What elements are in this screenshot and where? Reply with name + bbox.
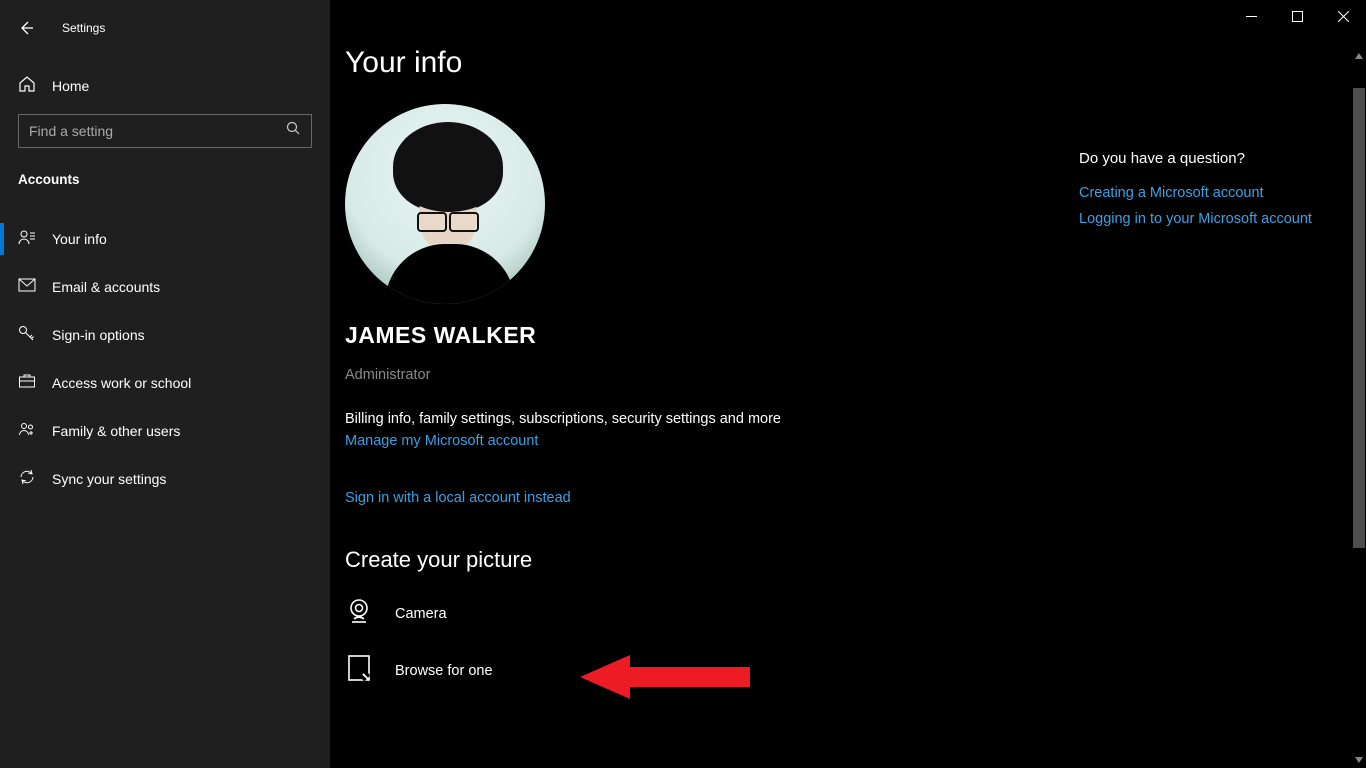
camera-option-label: Camera: [395, 606, 447, 622]
sidebar-item-family-other-users[interactable]: Family & other users: [0, 407, 330, 455]
sidebar-item-label: Sync your settings: [52, 471, 166, 487]
user-name: JAMES WALKER: [345, 322, 1351, 349]
scroll-up-icon[interactable]: [1351, 48, 1366, 64]
close-button[interactable]: [1320, 0, 1366, 32]
manage-account-link[interactable]: Manage my Microsoft account: [345, 433, 538, 449]
search-box[interactable]: [18, 114, 312, 148]
sidebar-item-signin-options[interactable]: Sign-in options: [0, 311, 330, 359]
minimize-button[interactable]: [1228, 0, 1274, 32]
back-button[interactable]: [18, 20, 34, 36]
sidebar-item-label: Sign-in options: [52, 327, 145, 343]
browse-icon: [345, 654, 373, 687]
home-nav[interactable]: Home: [0, 66, 330, 106]
browse-option[interactable]: Browse for one: [345, 654, 1351, 687]
sidebar-nav: Your info Email & accounts Sign-in optio…: [0, 215, 330, 503]
help-panel: Do you have a question? Creating a Micro…: [1079, 150, 1329, 237]
sidebar-item-label: Access work or school: [52, 375, 191, 391]
billing-info-text: Billing info, family settings, subscript…: [345, 411, 1351, 427]
sync-icon: [18, 468, 36, 491]
user-icon: [18, 228, 36, 251]
sidebar-item-email-accounts[interactable]: Email & accounts: [0, 263, 330, 311]
page-title: Your info: [345, 46, 1351, 80]
camera-option[interactable]: Camera: [345, 597, 1351, 630]
search-icon: [286, 121, 301, 141]
sidebar-item-your-info[interactable]: Your info: [0, 215, 330, 263]
create-picture-heading: Create your picture: [345, 547, 1351, 573]
camera-icon: [345, 597, 373, 630]
window-controls: [1228, 0, 1366, 32]
app-title: Settings: [62, 21, 105, 35]
browse-option-label: Browse for one: [395, 663, 493, 679]
help-heading: Do you have a question?: [1079, 150, 1329, 167]
avatar: [345, 104, 545, 304]
help-link-create-account[interactable]: Creating a Microsoft account: [1079, 185, 1329, 201]
sidebar-item-label: Your info: [52, 231, 107, 247]
help-link-login-account[interactable]: Logging in to your Microsoft account: [1079, 211, 1329, 227]
sidebar-item-sync-settings[interactable]: Sync your settings: [0, 455, 330, 503]
sidebar-item-label: Family & other users: [52, 423, 180, 439]
maximize-button[interactable]: [1274, 0, 1320, 32]
scroll-thumb[interactable]: [1353, 88, 1365, 548]
briefcase-icon: [18, 372, 36, 395]
user-role: Administrator: [345, 367, 1351, 383]
scrollbar[interactable]: [1351, 48, 1366, 768]
sidebar-item-access-work-school[interactable]: Access work or school: [0, 359, 330, 407]
sidebar-item-label: Email & accounts: [52, 279, 160, 295]
scroll-down-icon[interactable]: [1351, 752, 1366, 768]
home-label: Home: [52, 78, 89, 94]
search-input[interactable]: [29, 123, 286, 139]
local-account-link[interactable]: Sign in with a local account instead: [345, 490, 571, 506]
sidebar: Settings Home Accounts Your info Email &…: [0, 0, 330, 768]
section-accounts: Accounts: [0, 172, 330, 187]
key-icon: [18, 324, 36, 347]
people-icon: [18, 420, 36, 443]
mail-icon: [18, 276, 36, 299]
home-icon: [18, 75, 36, 98]
main-content: Your info JAMES WALKER Administrator Bil…: [345, 46, 1351, 768]
